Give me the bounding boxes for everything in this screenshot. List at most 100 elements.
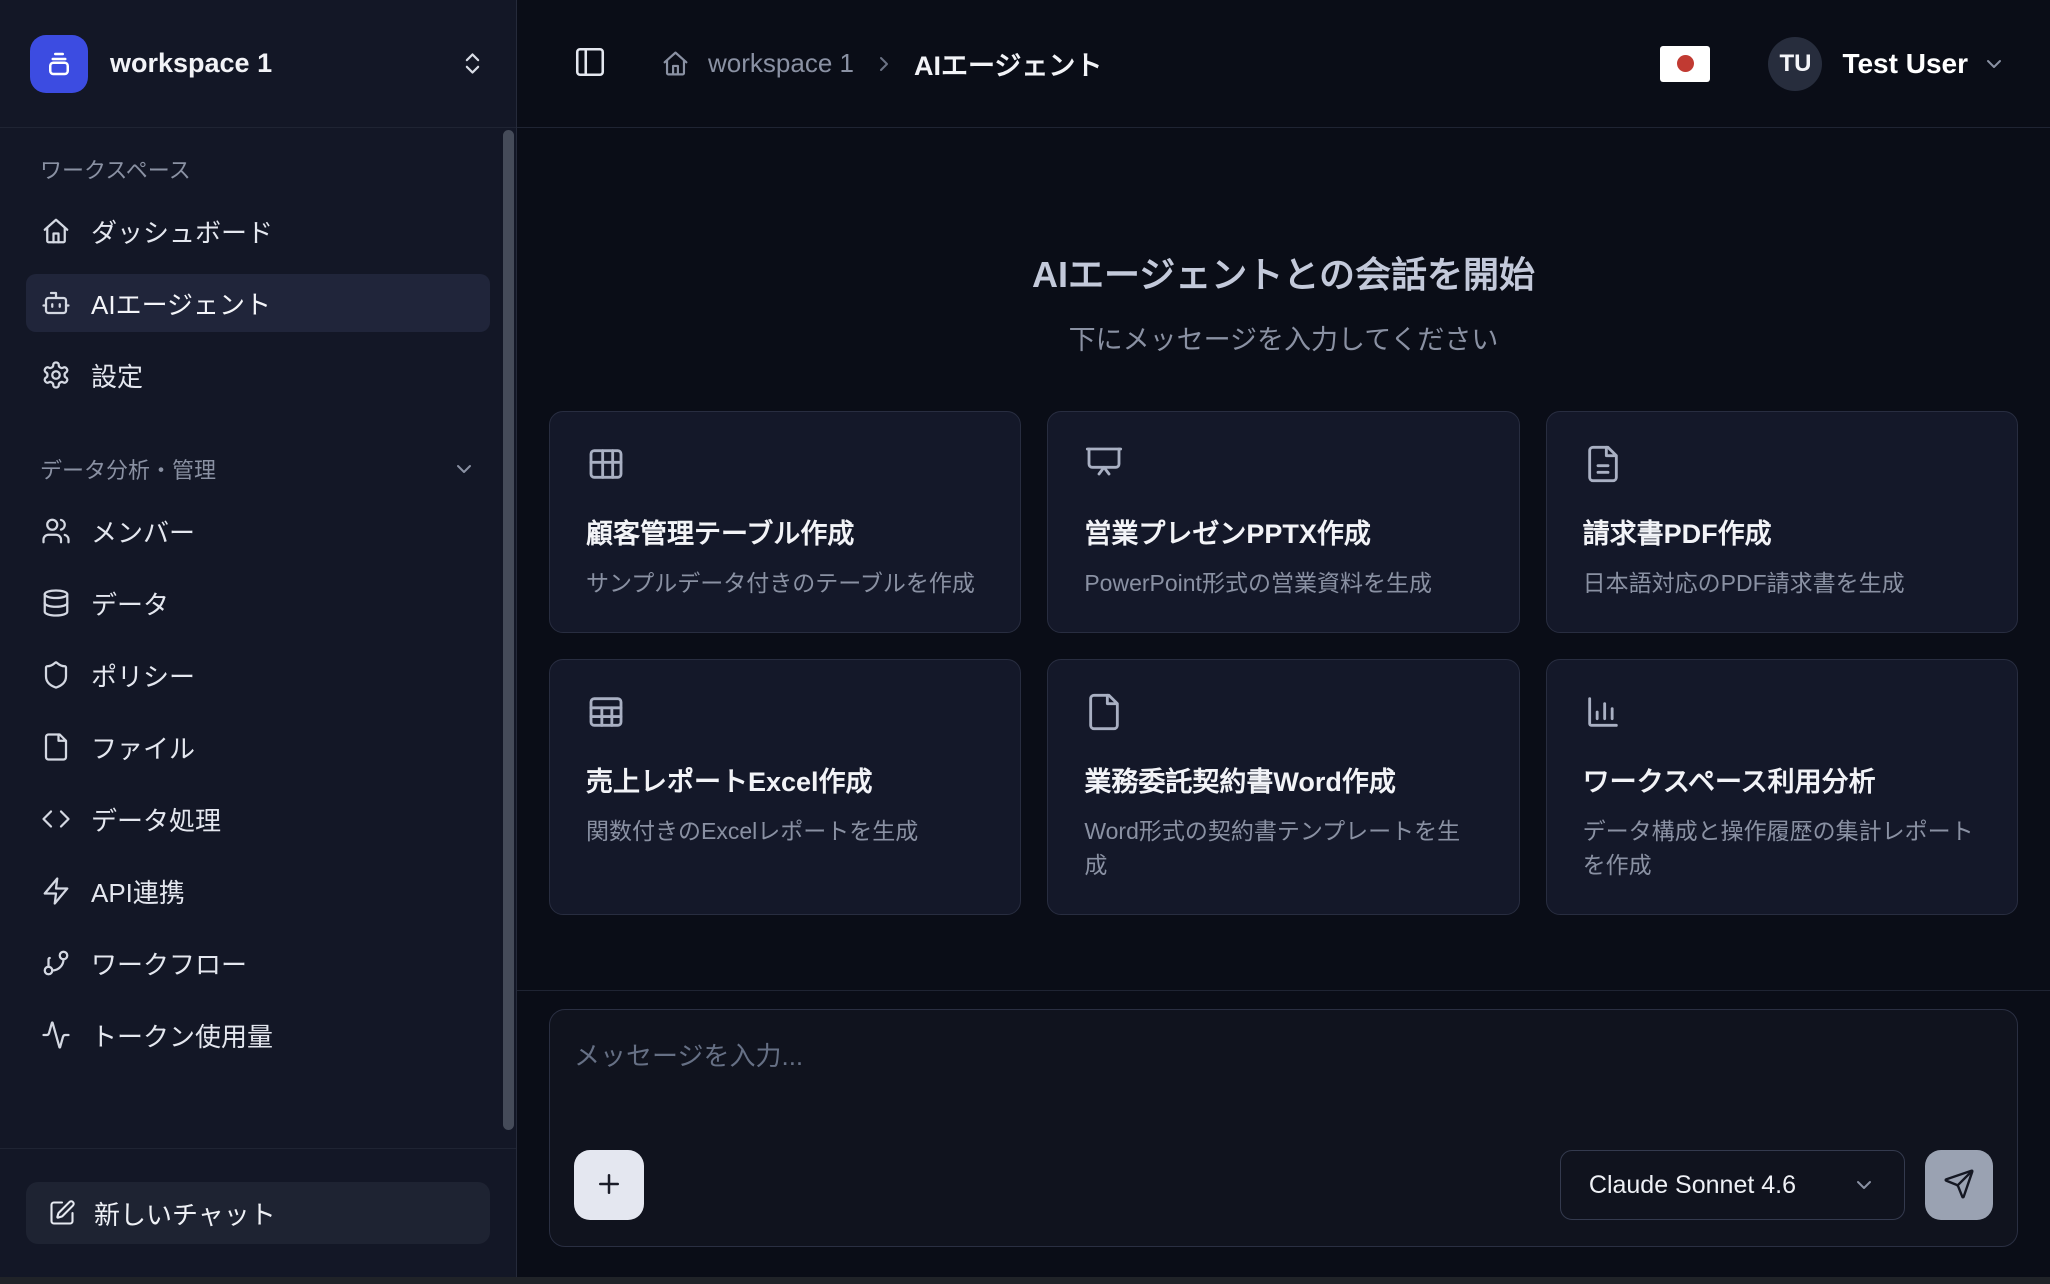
suggestion-card-customer-table[interactable]: 顧客管理テーブル作成 サンプルデータ付きのテーブルを作成 [549,411,1021,633]
sidebar-item-ai-agent[interactable]: AIエージェント [26,274,490,332]
sidebar-item-dashboard[interactable]: ダッシュボード [26,202,490,260]
new-chat-button[interactable]: 新しいチャット [26,1182,490,1244]
attach-button[interactable] [574,1150,644,1220]
chat-empty-state: AIエージェントとの会話を開始 下にメッセージを入力してください 顧客管理テーブ… [517,128,2050,990]
suggestion-card-sales-pptx[interactable]: 営業プレゼンPPTX作成 PowerPoint形式の営業資料を生成 [1047,411,1519,633]
card-title: 業務委託契約書Word作成 [1084,760,1482,799]
database-icon [41,588,71,618]
sidebar-item-data-processing-label: データ処理 [91,801,221,838]
activity-icon [41,1020,71,1050]
user-avatar[interactable]: TU [1768,37,1822,91]
main-area: workspace 1 AIエージェント TU Test User AIエージェ… [517,0,2050,1277]
sidebar-scrollbar[interactable] [503,130,514,1130]
sidebar-item-data-label: データ [91,585,169,622]
new-chat-label: 新しいチャット [94,1195,276,1232]
file-icon [1084,692,1482,732]
sidebar-item-settings-label: 設定 [91,357,143,394]
plus-icon [594,1169,624,1202]
file-text-icon [1583,444,1981,484]
sidebar-item-settings[interactable]: 設定 [26,346,490,404]
sidebar-item-members[interactable]: メンバー [26,502,490,560]
user-menu-chevron-icon[interactable] [1982,52,2006,76]
suggestion-card-usage-analysis[interactable]: ワークスペース利用分析 データ構成と操作履歴の集計レポートを作成 [1546,659,2018,915]
page-subtitle: 下にメッセージを入力してください [1069,318,1499,357]
nav-section-workspace-label: ワークスペース [26,152,490,186]
nav-list-data-management: メンバー データ ポリシー ファイル データ処理 [26,502,490,1064]
sidebar-nav: ワークスペース ダッシュボード AIエージェント 設定 データ分析・管理 [0,128,516,1148]
panel-left-icon [573,45,607,82]
language-flag-button[interactable] [1660,46,1710,82]
message-input-placeholder: メッセージを入力... [574,1036,1993,1073]
sidebar-toggle-button[interactable] [573,45,607,82]
send-button[interactable] [1925,1150,1993,1220]
breadcrumb-home-icon[interactable] [661,49,690,78]
message-input[interactable]: メッセージを入力... Claude Sonnet 4.6 [549,1009,2018,1247]
card-description: サンプルデータ付きのテーブルを作成 [586,567,984,600]
card-description: 日本語対応のPDF請求書を生成 [1583,567,1981,600]
breadcrumb-current-page: AIエージェント [914,44,1102,83]
nav-section-data-management-text: データ分析・管理 [40,453,216,485]
sidebar-item-token-usage[interactable]: トークン使用量 [26,1006,490,1064]
sidebar-item-files-label: ファイル [91,729,195,766]
breadcrumb: workspace 1 AIエージェント [661,44,1102,83]
workflow-icon [41,948,71,978]
sidebar-item-data[interactable]: データ [26,574,490,632]
sidebar-item-dashboard-label: ダッシュボード [91,213,273,250]
workspace-logo-icon [30,35,88,93]
settings-icon [41,360,71,390]
file-icon [41,732,71,762]
card-title: 売上レポートExcel作成 [586,760,984,799]
card-description: PowerPoint形式の営業資料を生成 [1084,567,1482,600]
suggestion-card-invoice-pdf[interactable]: 請求書PDF作成 日本語対応のPDF請求書を生成 [1546,411,2018,633]
card-title: 請求書PDF作成 [1583,512,1981,551]
suggestion-card-sales-excel[interactable]: 売上レポートExcel作成 関数付きのExcelレポートを生成 [549,659,1021,915]
header-right: TU Test User [1660,37,2006,91]
model-selector-value: Claude Sonnet 4.6 [1589,1171,1796,1200]
sidebar: workspace 1 ワークスペース ダッシュボード AIエージェント [0,0,517,1277]
presentation-icon [1084,444,1482,484]
code-icon [41,804,71,834]
model-selector[interactable]: Claude Sonnet 4.6 [1560,1150,1905,1220]
spreadsheet-icon [586,692,984,732]
sidebar-item-api[interactable]: API連携 [26,862,490,920]
window-bottom-edge [0,1277,2050,1284]
sidebar-item-api-label: API連携 [91,873,185,910]
composer-controls: Claude Sonnet 4.6 [574,1150,1993,1220]
table-icon [586,444,984,484]
bot-icon [41,288,71,318]
card-description: Word形式の契約書テンプレートを生成 [1084,815,1482,882]
sidebar-item-workflow-label: ワークフロー [91,945,247,982]
send-icon [1943,1168,1975,1203]
card-description: 関数付きのExcelレポートを生成 [586,815,984,848]
breadcrumb-workspace[interactable]: workspace 1 [708,48,854,79]
workspace-switcher[interactable]: workspace 1 [0,0,516,128]
main-header: workspace 1 AIエージェント TU Test User [517,0,2050,128]
card-title: ワークスペース利用分析 [1583,760,1981,799]
users-icon [41,516,71,546]
chevron-down-icon [452,457,476,481]
sidebar-item-policy[interactable]: ポリシー [26,646,490,704]
page-title: AIエージェントとの会話を開始 [1032,246,1535,298]
bar-chart-icon [1583,692,1981,732]
composer-section: メッセージを入力... Claude Sonnet 4.6 [517,990,2050,1277]
suggestion-card-contract-word[interactable]: 業務委託契約書Word作成 Word形式の契約書テンプレートを生成 [1047,659,1519,915]
zap-icon [41,876,71,906]
shield-icon [41,660,71,690]
app-root: workspace 1 ワークスペース ダッシュボード AIエージェント [0,0,2050,1277]
sidebar-footer: 新しいチャット [0,1148,516,1277]
sidebar-item-files[interactable]: ファイル [26,718,490,776]
sidebar-item-policy-label: ポリシー [91,657,195,694]
sidebar-item-workflow[interactable]: ワークフロー [26,934,490,992]
user-name: Test User [1842,48,1968,80]
sidebar-item-ai-agent-label: AIエージェント [91,285,271,322]
card-title: 顧客管理テーブル作成 [586,512,984,551]
nav-section-data-management[interactable]: データ分析・管理 [26,452,490,486]
chevrons-up-down-icon [459,50,486,77]
home-icon [41,216,71,246]
sidebar-item-data-processing[interactable]: データ処理 [26,790,490,848]
suggestion-cards: 顧客管理テーブル作成 サンプルデータ付きのテーブルを作成 営業プレゼンPPTX作… [549,411,2018,915]
nav-list-workspace: ダッシュボード AIエージェント 設定 [26,202,490,404]
japan-flag-icon [1677,55,1694,72]
sidebar-item-token-usage-label: トークン使用量 [91,1017,273,1054]
nav-section-workspace-text: ワークスペース [40,153,191,185]
